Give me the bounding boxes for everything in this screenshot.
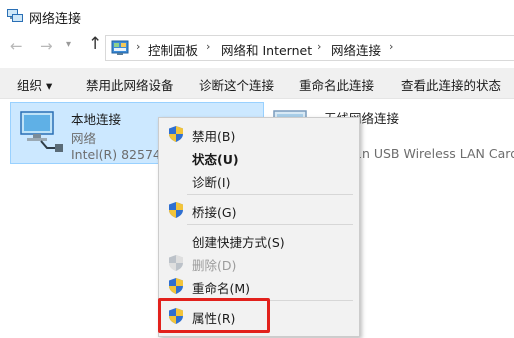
- command-bar: 组织 ▾ 禁用此网络设备 诊断这个连接 重命名此连接 查看此连接的状态: [0, 68, 514, 99]
- menu-item-delete: 删除(D): [159, 252, 359, 274]
- connection-device: 1n USB Wireless LAN Card: [354, 146, 514, 161]
- menu-item-label: 诊断(I): [192, 175, 231, 190]
- recent-locations-chevron-icon[interactable]: ▾: [66, 37, 71, 53]
- uac-shield-icon: [169, 278, 183, 294]
- address-bar[interactable]: › 控制面板 › 网络和 Internet › 网络连接 ›: [105, 35, 514, 61]
- back-arrow-icon[interactable]: ←: [10, 38, 23, 54]
- connection-name: 本地连接: [71, 112, 122, 127]
- menu-item-bridge[interactable]: 桥接(G): [159, 199, 359, 221]
- breadcrumb-network-connections[interactable]: 网络连接: [331, 40, 381, 59]
- breadcrumb-chevron-icon[interactable]: ›: [206, 40, 210, 53]
- breadcrumb-chevron-icon[interactable]: ›: [136, 40, 140, 53]
- breadcrumb-control-panel[interactable]: 控制面板: [148, 40, 198, 59]
- forward-arrow-icon[interactable]: →: [40, 38, 53, 54]
- uac-shield-icon: [169, 255, 183, 271]
- window-title: 网络连接: [29, 12, 82, 27]
- ethernet-adapter-icon: [20, 111, 63, 152]
- breadcrumb-chevron-icon[interactable]: ›: [317, 40, 321, 53]
- organize-menu-button[interactable]: 组织 ▾: [17, 75, 52, 94]
- diagnose-connection-button[interactable]: 诊断这个连接: [199, 75, 274, 94]
- breadcrumb-network-internet[interactable]: 网络和 Internet: [221, 40, 312, 59]
- uac-shield-icon: [169, 126, 183, 142]
- menu-item-create-shortcut[interactable]: 创建快捷方式(S): [159, 229, 359, 251]
- view-status-button[interactable]: 查看此连接的状态: [401, 75, 501, 94]
- menu-item-label: 创建快捷方式(S): [192, 235, 285, 250]
- rename-connection-button[interactable]: 重命名此连接: [299, 75, 374, 94]
- menu-item-label: 桥接(G): [192, 205, 237, 220]
- menu-item-status[interactable]: 状态(U): [159, 146, 359, 168]
- connection-device: Intel(R) 82574L: [71, 147, 168, 162]
- menu-item-diagnose[interactable]: 诊断(I): [159, 169, 359, 191]
- menu-separator: [187, 194, 353, 195]
- menu-item-label: 禁用(B): [192, 129, 236, 144]
- menu-item-label: 重命名(M): [192, 281, 251, 296]
- disable-device-button[interactable]: 禁用此网络设备: [86, 75, 174, 94]
- breadcrumb-chevron-icon[interactable]: ›: [389, 40, 393, 53]
- title-bar: 网络连接: [0, 0, 514, 32]
- properties-highlight-box: [158, 298, 270, 333]
- menu-item-label: 状态(U): [192, 152, 239, 167]
- menu-item-disable[interactable]: 禁用(B): [159, 123, 359, 145]
- uac-shield-icon: [169, 202, 183, 218]
- connection-status: 网络: [71, 131, 97, 146]
- menu-separator: [187, 224, 353, 225]
- menu-item-rename[interactable]: 重命名(M): [159, 275, 359, 297]
- menu-item-label: 删除(D): [192, 258, 237, 273]
- up-arrow-icon[interactable]: ↑: [88, 36, 102, 53]
- address-row: ← → ▾ ↑ › 控制面板 › 网络和 Internet › 网络连接 ›: [0, 32, 514, 62]
- control-panel-icon: [111, 40, 129, 55]
- network-connections-icon: [7, 9, 23, 22]
